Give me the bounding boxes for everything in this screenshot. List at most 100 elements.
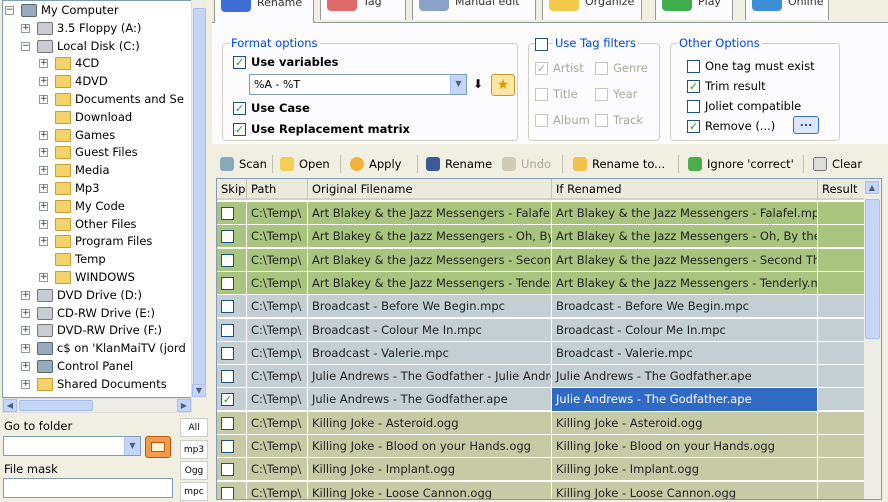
tree-node[interactable]: + Documents and Se xyxy=(3,90,191,108)
expand-icon[interactable]: + xyxy=(39,95,48,104)
scroll-up-icon[interactable]: ▲ xyxy=(865,181,879,194)
rename-button[interactable]: Rename xyxy=(426,154,492,174)
skip-checkbox[interactable] xyxy=(221,416,234,430)
skip-checkbox[interactable] xyxy=(221,486,234,499)
expand-icon[interactable]: + xyxy=(21,290,30,300)
expand-icon[interactable]: + xyxy=(39,237,48,247)
tree-node[interactable]: + WINDOWS xyxy=(3,268,191,286)
tree-node[interactable]: + c$ on 'KlanMaiTV (jord xyxy=(3,339,191,357)
tree-hscroll-thumb[interactable] xyxy=(19,400,93,411)
table-row[interactable]: C:\Temp\ Julie Andrews - The Godfather - … xyxy=(217,365,865,389)
tree-vertical-scrollbar[interactable]: ▼ xyxy=(191,0,206,398)
save-pattern-icon[interactable]: ⬇ xyxy=(473,77,483,91)
expand-icon[interactable]: + xyxy=(21,362,30,371)
apply-button[interactable]: Apply xyxy=(350,154,401,174)
tree-node[interactable]: − Local Disk (C:) xyxy=(3,37,191,55)
tab-organize[interactable]: Organize xyxy=(542,0,642,20)
table-row[interactable]: C:\Temp\ Killing Joke - Loose Cannon.ogg K… xyxy=(217,481,865,499)
tree-node[interactable]: + Guest Files xyxy=(3,143,191,161)
browse-folder-button[interactable] xyxy=(145,436,171,458)
skip-checkbox[interactable] xyxy=(221,463,234,477)
tree-node[interactable]: + Control Panel xyxy=(3,357,191,375)
tree-node[interactable]: − My Computer xyxy=(3,1,191,19)
expand-icon[interactable]: + xyxy=(21,344,30,354)
filter-year-checkbox[interactable] xyxy=(595,88,608,101)
scroll-right-icon[interactable]: ▶ xyxy=(177,399,191,412)
expand-icon[interactable]: + xyxy=(39,166,48,176)
skip-checkbox[interactable] xyxy=(221,440,234,453)
expand-icon[interactable]: + xyxy=(39,148,48,158)
filter-genre-checkbox[interactable] xyxy=(595,62,608,75)
trim-result-checkbox[interactable]: ✓ xyxy=(687,80,700,93)
expand-icon[interactable]: + xyxy=(21,308,30,318)
tree-horizontal-scrollbar[interactable]: ◀ ▶ xyxy=(2,398,192,413)
skip-checkbox[interactable] xyxy=(221,346,234,360)
collapse-icon[interactable]: − xyxy=(5,6,14,15)
skip-checkbox[interactable] xyxy=(221,276,234,290)
grid-vertical-scrollbar[interactable]: ▲ xyxy=(864,179,881,499)
remove-checkbox[interactable]: ✓ xyxy=(687,120,700,133)
expand-icon[interactable]: + xyxy=(21,23,30,33)
tree-node[interactable]: Download xyxy=(3,108,191,126)
filter-artist-checkbox[interactable]: ✓ xyxy=(535,62,548,75)
open-button[interactable]: Open xyxy=(280,154,330,174)
tree-node[interactable]: + Other Files xyxy=(3,215,191,233)
one-tag-checkbox[interactable] xyxy=(687,60,700,73)
tree-node[interactable]: +3.5 Floppy (A:) xyxy=(3,19,191,37)
tree-node[interactable]: + Shared Documents xyxy=(3,375,191,393)
scan-button[interactable]: Scan xyxy=(220,154,267,174)
clear-button[interactable]: Clear xyxy=(813,154,862,174)
ignore-correct-button[interactable]: Ignore 'correct' xyxy=(688,154,794,174)
table-row[interactable]: C:\Temp\ Killing Joke - Asteroid.ogg Killi… xyxy=(217,411,865,435)
use-case-checkbox[interactable]: ✓ xyxy=(233,102,246,115)
col-skip[interactable]: Skip xyxy=(217,179,247,200)
rename-to-button[interactable]: Rename to... xyxy=(573,154,665,174)
skip-checkbox[interactable] xyxy=(221,370,234,384)
grid-scroll-thumb[interactable] xyxy=(865,199,880,339)
tab-tag[interactable]: Tag xyxy=(320,0,406,20)
skip-checkbox[interactable] xyxy=(221,300,234,314)
col-if-renamed[interactable]: If Renamed xyxy=(552,179,818,200)
table-row[interactable]: C:\Temp\ Art Blakey & the Jazz Messengers… xyxy=(217,248,865,272)
collapse-icon[interactable]: − xyxy=(21,41,30,51)
dropdown-arrow-icon[interactable]: ▼ xyxy=(450,75,466,94)
expand-icon[interactable]: + xyxy=(39,184,48,193)
col-original-filename[interactable]: Original Filename xyxy=(308,179,552,200)
expand-icon[interactable]: + xyxy=(39,273,48,282)
table-row[interactable]: C:\Temp\ Broadcast - Before We Begin.mpc B… xyxy=(217,295,865,319)
favorites-star-icon[interactable]: ★ xyxy=(491,74,515,96)
table-row[interactable]: ✓ C:\Temp\ Julie Andrews - The Godfather.a… xyxy=(217,388,865,412)
table-row[interactable]: C:\Temp\ Killing Joke - Blood on your Han… xyxy=(217,435,865,458)
file-grid[interactable]: Skip Path Original Filename If Renamed R… xyxy=(216,178,882,500)
tree-scroll-thumb[interactable] xyxy=(193,8,206,386)
ext-ogg-button[interactable]: Ogg xyxy=(180,461,208,480)
scroll-down-icon[interactable]: ▼ xyxy=(192,384,206,397)
folder-tree[interactable]: − My Computer +3.5 Floppy (A:) − Local Disk … xyxy=(2,0,192,398)
expand-icon[interactable]: + xyxy=(21,326,30,336)
tab-online[interactable]: Online xyxy=(745,0,829,20)
ext-mp3-button[interactable]: mp3 xyxy=(180,440,208,459)
table-row[interactable]: C:\Temp\ Art Blakey & the Jazz Messengers… xyxy=(217,225,865,249)
skip-checkbox[interactable] xyxy=(221,253,234,267)
expand-icon[interactable]: + xyxy=(39,201,48,211)
use-variables-checkbox[interactable]: ✓ xyxy=(233,56,246,69)
filter-track-checkbox[interactable] xyxy=(595,114,608,127)
format-pattern-combo[interactable]: %A - %T ▼ xyxy=(249,74,467,95)
tree-node[interactable]: Temp xyxy=(3,250,191,268)
expand-icon[interactable]: + xyxy=(39,219,48,229)
table-row[interactable]: C:\Temp\ Broadcast - Colour Me In.mpc Broa… xyxy=(217,318,865,342)
joliet-checkbox[interactable] xyxy=(687,100,700,113)
tree-node[interactable]: + My Code xyxy=(3,197,191,215)
expand-icon[interactable]: + xyxy=(39,77,48,87)
tree-node[interactable]: + Games xyxy=(3,126,191,144)
tree-node[interactable]: + Mp3 xyxy=(3,179,191,197)
table-row[interactable]: C:\Temp\ Killing Joke - Implant.ogg Killin… xyxy=(217,458,865,482)
table-row[interactable]: C:\Temp\ Art Blakey & the Jazz Messengers… xyxy=(217,271,865,295)
skip-checkbox[interactable] xyxy=(221,207,234,220)
col-result[interactable]: Result xyxy=(818,179,865,200)
skip-checkbox[interactable]: ✓ xyxy=(221,393,234,407)
scroll-left-icon[interactable]: ◀ xyxy=(3,399,17,412)
table-row[interactable]: C:\Temp\ Broadcast - Valerie.mpc Broadcast… xyxy=(217,341,865,365)
use-tag-filters-checkbox[interactable] xyxy=(535,38,548,51)
skip-checkbox[interactable] xyxy=(221,230,234,244)
